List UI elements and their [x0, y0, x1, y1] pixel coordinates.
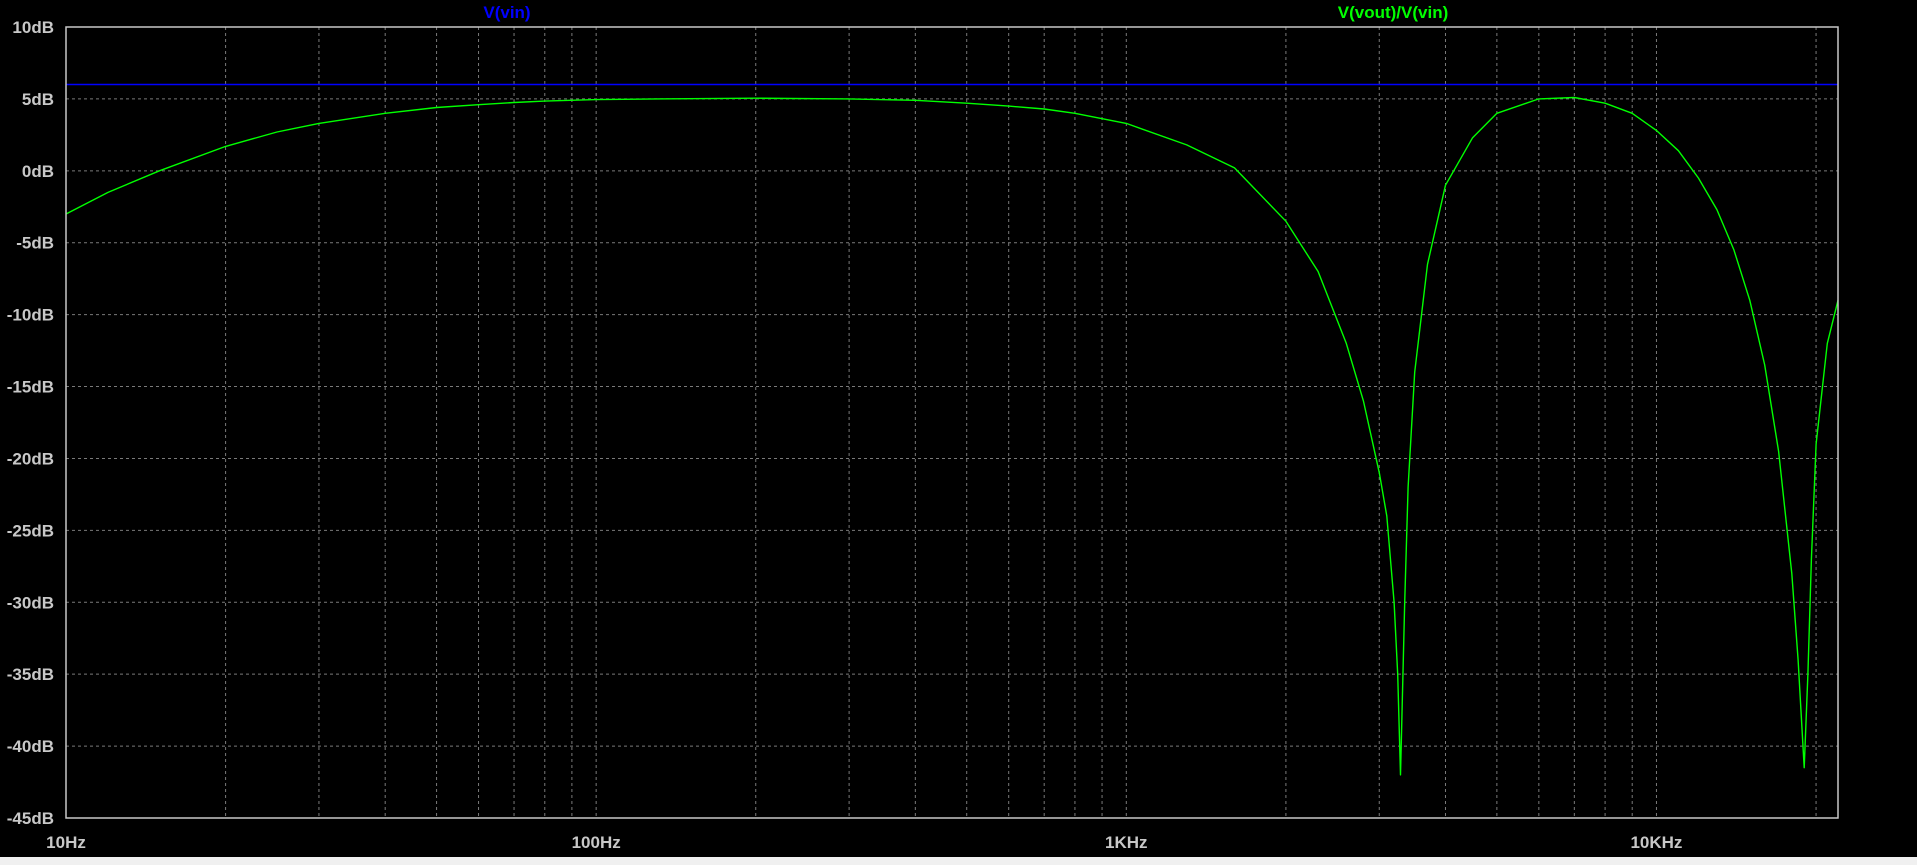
y-tick-label: -35dB — [7, 665, 54, 684]
legend-label-gain[interactable]: V(vout)/V(vin) — [1338, 3, 1449, 22]
y-tick-label: -25dB — [7, 521, 54, 540]
series-layer — [65, 83, 1839, 776]
x-axis-tick-labels: 10Hz 100Hz 1KHz 10KHz — [46, 833, 1682, 852]
x-tick-label: 1KHz — [1105, 833, 1148, 852]
y-tick-label: 5dB — [22, 90, 54, 109]
bottom-strip — [0, 857, 1917, 865]
series-line-1 — [65, 96, 1839, 776]
legend-label-vin[interactable]: V(vin) — [483, 3, 530, 22]
legend: V(vin) V(vout)/V(vin) — [483, 3, 1448, 22]
y-axis-tick-labels: 10dB 5dB 0dB -5dB -10dB -15dB -20dB -25dB -30dB -… — [7, 18, 54, 828]
x-tick-label: 100Hz — [572, 833, 621, 852]
y-tick-label: -30dB — [7, 593, 54, 612]
y-tick-label: -40dB — [7, 737, 54, 756]
y-tick-label: -45dB — [7, 809, 54, 828]
x-tick-label: 10Hz — [46, 833, 86, 852]
y-tick-label: -10dB — [7, 306, 54, 325]
y-tick-label: 0dB — [22, 162, 54, 181]
bode-plot: 10dB 5dB 0dB -5dB -10dB -15dB -20dB -25dB -30dB -… — [7, 3, 1839, 852]
y-tick-label: 10dB — [12, 18, 54, 37]
plot-frame — [65, 26, 1839, 819]
y-tick-label: -15dB — [7, 378, 54, 397]
y-tick-label: -20dB — [7, 449, 54, 468]
y-tick-label: -5dB — [16, 234, 54, 253]
grid-layer — [66, 27, 1838, 818]
x-tick-label: 10KHz — [1630, 833, 1682, 852]
